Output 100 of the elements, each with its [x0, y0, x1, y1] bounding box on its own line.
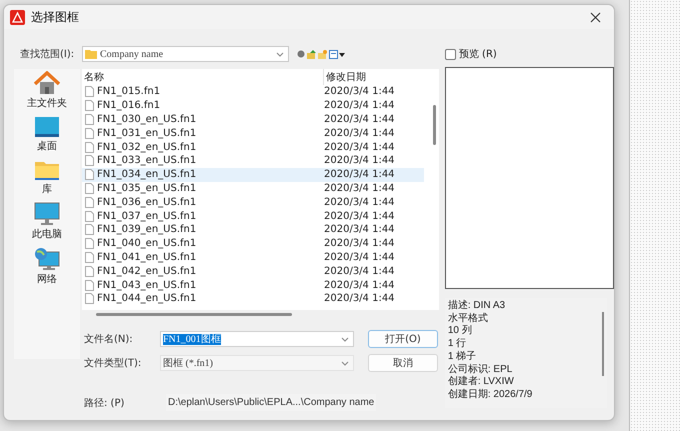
file-name: FN1_037_en_US.fn1	[97, 210, 196, 222]
file-row[interactable]: FN1_043_en_US.fn1 2020/3/4 1:44	[82, 278, 424, 292]
file-row[interactable]: FN1_034_en_US.fn1 2020/3/4 1:44	[82, 168, 424, 182]
monitor-icon	[34, 202, 60, 226]
info-line: 创建者: LVXIW	[448, 376, 515, 388]
look-in-dropdown[interactable]: Company name	[82, 46, 289, 62]
place-item[interactable]: 此电脑	[16, 202, 78, 241]
view-menu-icon[interactable]	[329, 50, 345, 58]
info-line: 描述: DIN A3	[448, 300, 506, 312]
file-icon	[85, 196, 94, 208]
chevron-down-icon	[276, 52, 284, 56]
file-row[interactable]: FN1_036_en_US.fn1 2020/3/4 1:44	[82, 195, 424, 210]
file-icon	[85, 266, 94, 277]
file-date: 2020/3/4 1:44	[324, 293, 395, 304]
app-logo-icon	[10, 10, 25, 24]
file-name: FN1_032_en_US.fn1	[97, 142, 196, 153]
file-date: 2020/3/4 1:44	[324, 280, 395, 291]
folder-icon	[34, 159, 60, 181]
file-row[interactable]: FN1_031_en_US.fn1 2020/3/4 1:44	[82, 126, 424, 140]
file-name: FN1_031_en_US.fn1	[97, 128, 196, 139]
file-icon	[85, 210, 94, 222]
info-line: 1 行	[448, 338, 468, 350]
place-item[interactable]: 网络	[16, 247, 78, 286]
file-icon	[85, 182, 94, 194]
scrollbar-thumb[interactable]	[602, 312, 604, 376]
column-header[interactable]: 名称	[82, 69, 324, 85]
network-icon	[34, 247, 60, 271]
window-title: 选择图框	[31, 8, 80, 26]
file-name: FN1_016.fn1	[97, 100, 160, 112]
info-line: 1 梯子	[448, 350, 478, 364]
open-button[interactable]: 打开(O)	[368, 330, 438, 348]
file-icon	[85, 114, 94, 125]
file-name: FN1_040_en_US.fn1	[97, 238, 196, 250]
file-date: 2020/3/4 1:44	[324, 238, 395, 250]
file-name: FN1_030_en_US.fn1	[97, 114, 196, 125]
file-date: 2020/3/4 1:44	[324, 86, 395, 98]
file-date: 2020/3/4 1:44	[324, 128, 395, 139]
file-row[interactable]: FN1_016.fn1 2020/3/4 1:44	[82, 98, 424, 113]
file-icon	[85, 224, 94, 236]
file-row[interactable]: FN1_044_en_US.fn1 2020/3/4 1:44	[82, 292, 424, 306]
file-name: FN1_043_en_US.fn1	[97, 280, 196, 291]
file-name: FN1_033_en_US.fn1	[97, 155, 196, 166]
info-line: 水平格式	[448, 312, 489, 325]
file-name-field[interactable]: FN1_001图框	[160, 331, 354, 347]
info-line: 10 列	[448, 325, 473, 338]
look-in-label: 查找范围(I):	[19, 48, 76, 61]
close-icon	[590, 12, 600, 22]
place-item[interactable]: 桌面	[16, 116, 78, 153]
file-date: 2020/3/4 1:44	[324, 182, 395, 194]
info-line: 创建日期: 2026/7/9	[448, 388, 534, 402]
column-header[interactable]: 修改日期	[324, 69, 424, 85]
scrollbar-thumb[interactable]	[96, 313, 292, 316]
file-date: 2020/3/4 1:44	[324, 210, 395, 222]
file-icon	[85, 100, 94, 112]
file-row[interactable]: FN1_030_en_US.fn1 2020/3/4 1:44	[82, 112, 424, 126]
file-name: FN1_035_en_US.fn1	[97, 182, 196, 194]
file-date: 2020/3/4 1:44	[324, 224, 395, 236]
place-item[interactable]: 主文件夹	[16, 71, 78, 110]
file-icon	[85, 142, 94, 153]
desktop-icon	[34, 116, 60, 138]
info-line: 公司标识: EPL	[448, 364, 514, 376]
file-row[interactable]: FN1_033_en_US.fn1 2020/3/4 1:44	[82, 154, 424, 168]
file-row[interactable]: FN1_032_en_US.fn1 2020/3/4 1:44	[82, 140, 424, 154]
file-name-label: 文件名(N):	[84, 332, 134, 346]
preview-checkbox[interactable]: 预览 (R)	[444, 45, 614, 63]
file-icon	[85, 86, 94, 98]
file-name: FN1_042_en_US.fn1	[97, 266, 196, 277]
place-item[interactable]: 库	[16, 159, 78, 196]
file-date: 2020/3/4 1:44	[324, 155, 395, 166]
file-type-label: 文件类型(T):	[84, 356, 142, 370]
file-date: 2020/3/4 1:44	[324, 252, 395, 263]
file-row[interactable]: FN1_037_en_US.fn1 2020/3/4 1:44	[82, 209, 424, 223]
cancel-button[interactable]: 取消	[368, 354, 438, 372]
chevron-down-icon	[341, 336, 349, 342]
file-row[interactable]: FN1_035_en_US.fn1 2020/3/4 1:44	[82, 182, 424, 196]
up-folder-icon[interactable]	[307, 50, 316, 58]
file-date: 2020/3/4 1:44	[324, 114, 395, 125]
file-type-dropdown[interactable]: 图框 (*.fn1)	[160, 355, 354, 371]
file-icon	[85, 128, 94, 139]
file-row[interactable]: FN1_015.fn1 2020/3/4 1:44	[82, 85, 424, 99]
file-name: FN1_036_en_US.fn1	[97, 196, 196, 208]
chevron-down-icon	[341, 360, 349, 366]
back-icon[interactable]	[297, 50, 305, 58]
file-name: FN1_015.fn1	[97, 86, 160, 98]
file-date: 2020/3/4 1:44	[324, 142, 395, 153]
new-folder-icon[interactable]	[318, 50, 327, 58]
file-row[interactable]: FN1_041_en_US.fn1 2020/3/4 1:44	[82, 250, 424, 264]
file-row[interactable]: FN1_040_en_US.fn1 2020/3/4 1:44	[82, 236, 424, 251]
file-row[interactable]: FN1_039_en_US.fn1 2020/3/4 1:44	[82, 222, 424, 237]
file-icon	[85, 293, 94, 304]
file-row[interactable]: FN1_042_en_US.fn1 2020/3/4 1:44	[82, 264, 424, 278]
file-icon	[85, 155, 94, 166]
file-name: FN1_041_en_US.fn1	[97, 252, 196, 263]
file-name: FN1_034_en_US.fn1	[97, 169, 196, 180]
scrollbar-thumb[interactable]	[432, 105, 436, 145]
file-icon	[85, 252, 94, 263]
path-label: 路径: (P)	[84, 396, 126, 410]
home-icon	[34, 71, 60, 95]
file-name: FN1_039_en_US.fn1	[97, 224, 196, 236]
file-name: FN1_044_en_US.fn1	[97, 293, 196, 304]
